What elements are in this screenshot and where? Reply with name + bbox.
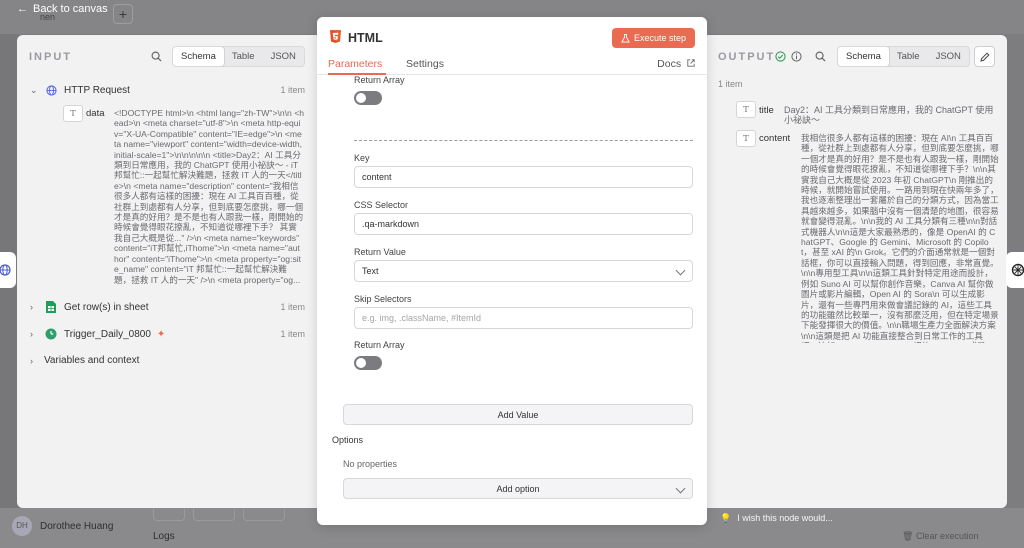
key-label: Key bbox=[354, 153, 370, 163]
trigger-badge-icon: ✦ bbox=[156, 328, 166, 340]
docs-link[interactable]: Docs bbox=[657, 58, 695, 70]
tab-settings[interactable]: Settings bbox=[406, 58, 444, 70]
chevron-right-icon: › bbox=[30, 302, 33, 312]
return-array-toggle[interactable] bbox=[354, 356, 382, 370]
output-node-ai-icon[interactable] bbox=[1006, 252, 1024, 288]
pencil-icon bbox=[979, 51, 990, 62]
tab-json[interactable]: JSON bbox=[263, 47, 304, 66]
key-input[interactable]: content bbox=[354, 166, 693, 188]
success-check-icon bbox=[775, 51, 786, 62]
clear-execution-button[interactable]: 🗑 Clear execution bbox=[902, 531, 978, 542]
modal-title: HTML bbox=[348, 31, 383, 45]
node-settings-modal: HTML Execute step Parameters Settings Do… bbox=[317, 17, 707, 525]
output-panel: OUTPUT Schema Table JSON 1 item T title … bbox=[707, 35, 1007, 508]
output-item-count: 1 item bbox=[718, 79, 743, 89]
tab-parameters[interactable]: Parameters bbox=[328, 58, 382, 70]
input-node-globe-icon[interactable] bbox=[0, 252, 16, 288]
field-name-title[interactable]: title bbox=[759, 105, 774, 116]
text-type-icon: T bbox=[63, 105, 83, 122]
logs-label[interactable]: Logs bbox=[153, 531, 175, 542]
return-value-label: Return Value bbox=[354, 247, 406, 257]
flask-icon bbox=[621, 33, 630, 43]
chevron-right-icon: › bbox=[30, 329, 33, 339]
add-tab-button[interactable]: + bbox=[113, 4, 133, 24]
tab-table[interactable]: Table bbox=[224, 47, 263, 66]
item-count: 1 item bbox=[280, 302, 305, 312]
add-value-button[interactable]: Add Value bbox=[343, 404, 693, 425]
field-value-title: Day2：AI 工具分類到日常應用，我的 ChatGPT 使用小祕訣～ bbox=[784, 105, 994, 126]
chevron-down-icon: ⌄ bbox=[30, 84, 38, 95]
css-selector-label: CSS Selector bbox=[354, 200, 409, 210]
output-panel-title: OUTPUT bbox=[718, 51, 776, 63]
chevron-right-icon: › bbox=[30, 355, 33, 366]
skip-selectors-input[interactable]: e.g. img, .className, #ItemId bbox=[354, 307, 693, 329]
tree-node-label: HTTP Request bbox=[64, 84, 130, 96]
text-type-icon: T bbox=[736, 101, 756, 118]
external-link-icon bbox=[687, 59, 695, 67]
input-panel-title: INPUT bbox=[29, 51, 72, 63]
return-array-top-toggle[interactable] bbox=[354, 91, 382, 105]
input-panel: INPUT Schema Table JSON ⌄ HTTP Request 1… bbox=[17, 35, 317, 508]
skip-selectors-label: Skip Selectors bbox=[354, 294, 412, 304]
css-selector-input[interactable]: .qa-markdown bbox=[354, 213, 693, 235]
bottom-ghost-button bbox=[193, 509, 235, 521]
chevron-down-icon bbox=[675, 265, 686, 276]
return-value-select[interactable]: Text bbox=[354, 260, 693, 282]
tree-node-label: Get row(s) in sheet bbox=[64, 301, 149, 313]
feedback-hint[interactable]: 💡 I wish this node would... bbox=[720, 513, 833, 524]
lightbulb-icon: 💡 bbox=[720, 513, 732, 523]
tab-table[interactable]: Table bbox=[889, 47, 928, 66]
globe-icon bbox=[44, 83, 58, 97]
return-array-label: Return Array bbox=[354, 340, 405, 350]
tab-json[interactable]: JSON bbox=[928, 47, 969, 66]
editor-tab-hint: nen bbox=[40, 12, 56, 22]
divider bbox=[354, 140, 693, 141]
execute-step-button[interactable]: Execute step bbox=[612, 28, 695, 48]
field-name-data[interactable]: data bbox=[86, 108, 105, 119]
tree-node-label: Variables and context bbox=[44, 355, 140, 366]
search-icon[interactable] bbox=[151, 51, 162, 62]
parameters-form: Return Array Key content CSS Selector .q… bbox=[317, 75, 707, 525]
user-name: Dorothee Huang bbox=[40, 521, 114, 532]
output-view-tabs: Schema Table JSON bbox=[837, 46, 970, 67]
avatar[interactable]: DH bbox=[12, 516, 32, 536]
item-count: 1 item bbox=[280, 329, 305, 339]
tab-schema[interactable]: Schema bbox=[838, 47, 889, 66]
search-icon[interactable] bbox=[815, 51, 826, 62]
sheet-icon bbox=[44, 300, 58, 314]
arrow-left-icon: ← bbox=[17, 3, 28, 15]
field-value-content: 我相信很多人都有這樣的困擾：現在 AI\n 工具百百種，從社群上到處都有人分享，… bbox=[801, 133, 999, 343]
html5-icon bbox=[330, 30, 341, 43]
input-view-tabs: Schema Table JSON bbox=[172, 46, 305, 67]
return-array-top-label: Return Array bbox=[354, 75, 405, 85]
field-value-data: <!DOCTYPE html>\n <html lang="zh-TW">\n\… bbox=[114, 108, 304, 285]
bottom-ghost-button bbox=[243, 509, 285, 521]
chevron-down-icon bbox=[675, 483, 686, 494]
tree-node-http-request[interactable]: ⌄ HTTP Request bbox=[30, 83, 130, 97]
back-to-canvas-link[interactable]: ← Back to canvas bbox=[17, 3, 108, 15]
tree-node-label: Trigger_Daily_0800 bbox=[64, 328, 151, 340]
clock-icon bbox=[44, 327, 58, 341]
tree-node-get-rows[interactable]: › Get row(s) in sheet bbox=[30, 300, 148, 314]
field-name-content[interactable]: content bbox=[759, 133, 790, 144]
add-option-select[interactable]: Add option bbox=[343, 478, 693, 499]
info-icon[interactable] bbox=[791, 51, 802, 62]
options-label: Options bbox=[332, 435, 364, 445]
no-properties-text: No properties bbox=[343, 459, 398, 469]
bottom-ghost-button bbox=[153, 509, 185, 521]
edit-output-button[interactable] bbox=[974, 46, 995, 67]
tree-node-variables[interactable]: › Variables and context bbox=[30, 355, 139, 366]
text-type-icon: T bbox=[736, 130, 756, 147]
item-count: 1 item bbox=[280, 85, 305, 95]
tree-node-trigger[interactable]: › Trigger_Daily_0800 ✦ bbox=[30, 327, 165, 341]
tab-schema[interactable]: Schema bbox=[173, 47, 224, 66]
modal-tabs: Parameters Settings Docs bbox=[317, 55, 707, 75]
